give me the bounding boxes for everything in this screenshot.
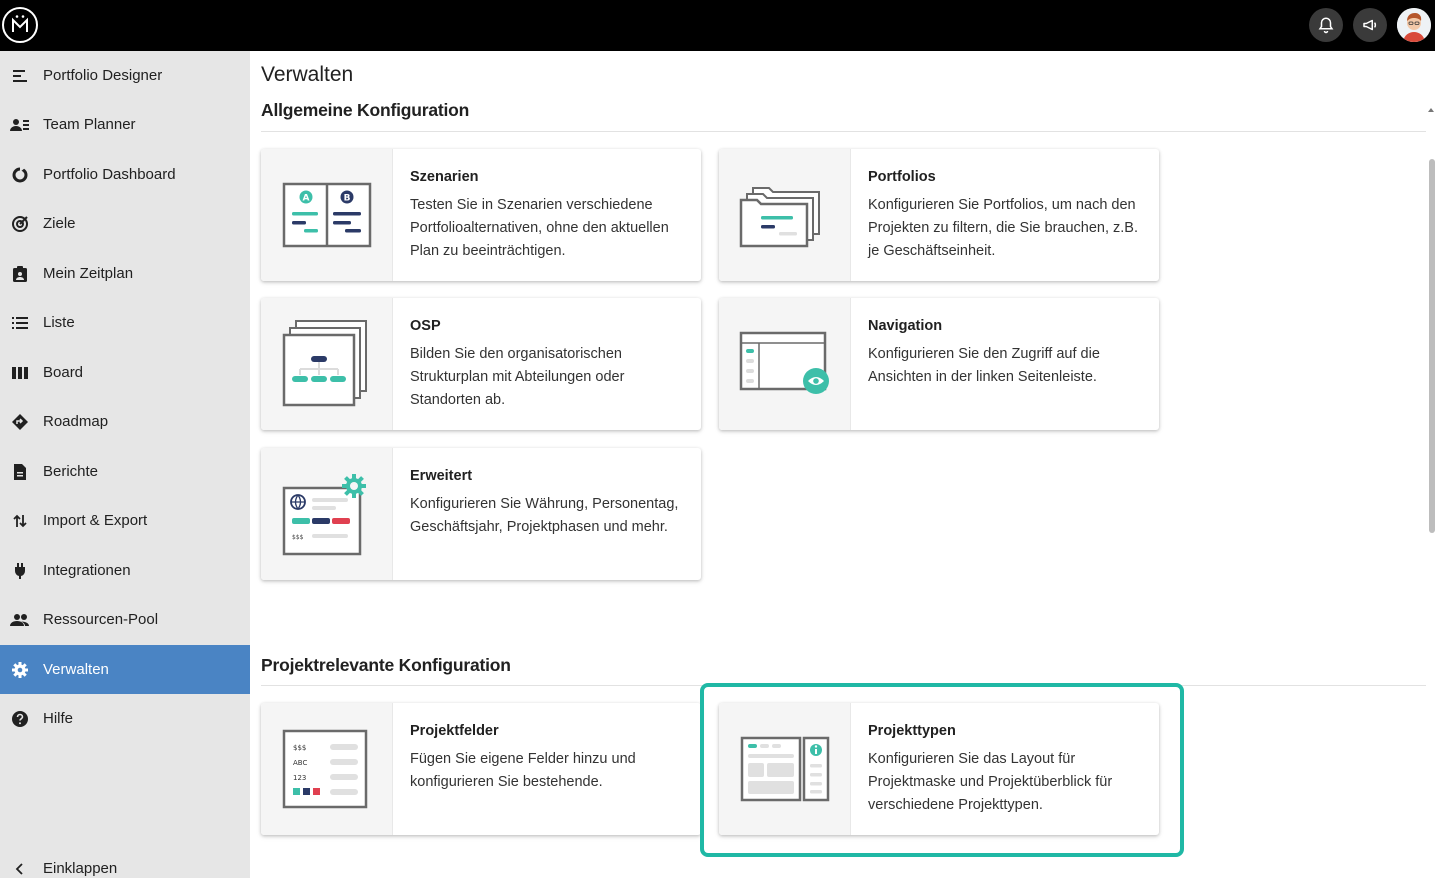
- currency-text: $$$: [292, 534, 304, 541]
- card-osp[interactable]: OSP Bilden Sie den organisatorischen Str…: [261, 298, 701, 430]
- people-icon: [10, 610, 30, 630]
- gear-icon: [10, 660, 30, 680]
- navigation-illustration-icon: [719, 298, 851, 430]
- collapse-sidebar-button[interactable]: Einklappen: [0, 844, 250, 878]
- card-description: Fügen Sie eigene Felder hinzu und konfig…: [410, 751, 636, 790]
- top-bar: [0, 0, 1435, 51]
- sidebar-item-roadmap[interactable]: Roadmap: [0, 397, 250, 446]
- plug-icon: [10, 561, 30, 581]
- help-icon: [10, 709, 30, 729]
- card-portfolios[interactable]: Portfolios Konfigurieren Sie Portfolios,…: [719, 149, 1159, 281]
- sidebar: Portfolio Designer Team Planner Portfoli…: [0, 51, 250, 878]
- sidebar-item-team-planner[interactable]: Team Planner: [0, 100, 250, 149]
- section-title-general: Allgemeine Konfiguration: [261, 100, 470, 120]
- card-description: Testen Sie in Szenarien verschiedene Por…: [410, 197, 669, 259]
- sidebar-item-label: Integrationen: [43, 562, 131, 579]
- sidebar-item-label: Portfolio Designer: [43, 67, 163, 84]
- sidebar-item-label: Ressourcen-Pool: [43, 611, 159, 628]
- scroll-up-icon[interactable]: [1427, 101, 1435, 112]
- user-avatar[interactable]: [1397, 8, 1431, 42]
- field-currency-text: $$$: [293, 744, 306, 752]
- sidebar-item-liste[interactable]: Liste: [0, 298, 250, 347]
- sidebar-item-label: Roadmap: [43, 413, 109, 430]
- card-erweitert[interactable]: $$$ Erweitert Konfigurieren Sie Währung,…: [261, 448, 701, 580]
- sidebar-item-label: Liste: [43, 314, 75, 331]
- card-description: Konfigurieren Sie den Zugriff auf die An…: [868, 346, 1100, 385]
- field-abc-text: ABC: [293, 759, 307, 767]
- sidebar-item-hilfe[interactable]: Hilfe: [0, 694, 250, 743]
- folders-illustration-icon: [719, 149, 851, 281]
- sidebar-item-integrationen[interactable]: Integrationen: [0, 546, 250, 595]
- card-description: Konfigurieren Sie Währung, Personentag, …: [410, 496, 679, 535]
- field-number-text: 123: [293, 774, 306, 782]
- card-description: Konfigurieren Sie das Layout für Projekt…: [868, 751, 1113, 813]
- my-schedule-icon: [10, 264, 30, 284]
- sidebar-item-board[interactable]: Board: [0, 348, 250, 397]
- card-title: Projekttypen: [868, 723, 956, 739]
- sidebar-item-label: Mein Zeitplan: [43, 265, 134, 282]
- sidebar-item-label: Verwalten: [43, 661, 109, 678]
- org-chart-illustration-icon: [261, 298, 393, 430]
- card-szenarien[interactable]: A B Szenarien Testen Sie in Szenarien ve…: [261, 149, 701, 281]
- megaphone-icon[interactable]: [1353, 8, 1387, 42]
- app-logo-icon[interactable]: [2, 7, 38, 43]
- card-title: Erweitert: [410, 468, 473, 484]
- scenarios-illustration-icon: A B: [261, 149, 393, 281]
- sidebar-item-label: Board: [43, 364, 84, 381]
- target-icon: [10, 214, 30, 234]
- section-divider: [261, 131, 1426, 132]
- scenario-a-letter: A: [302, 194, 309, 204]
- bell-icon[interactable]: [1309, 8, 1343, 42]
- board-icon: [10, 363, 30, 383]
- scrollbar-thumb[interactable]: [1429, 159, 1435, 533]
- card-navigation[interactable]: Navigation Konfigurieren Sie den Zugriff…: [719, 298, 1159, 430]
- roadmap-icon: [10, 412, 30, 432]
- card-title: Szenarien: [410, 169, 479, 185]
- portfolio-designer-icon: [10, 66, 30, 86]
- sidebar-item-label: Portfolio Dashboard: [43, 166, 176, 183]
- sidebar-item-mein-zeitplan[interactable]: Mein Zeitplan: [0, 249, 250, 298]
- page-title: Verwalten: [261, 63, 354, 86]
- chevron-left-icon: [10, 859, 30, 878]
- sidebar-item-import-export[interactable]: Import & Export: [0, 496, 250, 545]
- card-description: Konfigurieren Sie Portfolios, um nach de…: [868, 197, 1139, 259]
- sidebar-item-label: Import & Export: [43, 512, 148, 529]
- section-title-project: Projektrelevante Konfiguration: [261, 655, 511, 675]
- sidebar-item-label: Ziele: [43, 215, 76, 232]
- dashboard-icon: [10, 165, 30, 185]
- project-types-illustration-icon: [719, 703, 851, 835]
- sidebar-item-label: Hilfe: [43, 710, 74, 727]
- card-title: Portfolios: [868, 169, 936, 185]
- scenario-b-letter: B: [343, 194, 350, 204]
- sidebar-item-portfolio-dashboard[interactable]: Portfolio Dashboard: [0, 150, 250, 199]
- advanced-settings-illustration-icon: $$$: [261, 448, 393, 580]
- team-planner-icon: [10, 115, 30, 135]
- sidebar-item-ziele[interactable]: Ziele: [0, 199, 250, 248]
- sidebar-item-portfolio-designer[interactable]: Portfolio Designer: [0, 51, 250, 100]
- card-title: OSP: [410, 318, 441, 334]
- card-description: Bilden Sie den organisatorischen Struktu…: [410, 346, 625, 408]
- sidebar-item-label: Team Planner: [43, 116, 136, 133]
- project-fields-illustration-icon: $$$ ABC 123: [261, 703, 393, 835]
- report-icon: [10, 462, 30, 482]
- main-content: Verwalten Allgemeine Konfiguration A B S…: [250, 51, 1435, 878]
- collapse-label: Einklappen: [43, 860, 118, 877]
- sidebar-item-ressourcen-pool[interactable]: Ressourcen-Pool: [0, 595, 250, 644]
- card-title: Navigation: [868, 318, 943, 334]
- card-title: Projektfelder: [410, 723, 499, 739]
- card-projektfelder[interactable]: $$$ ABC 123 Projektfelder Fügen Sie eige…: [261, 703, 701, 835]
- import-export-icon: [10, 511, 30, 531]
- sidebar-item-verwalten[interactable]: Verwalten: [0, 645, 250, 694]
- section-divider: [261, 685, 1426, 686]
- list-icon: [10, 313, 30, 333]
- main-scrollbar[interactable]: [1427, 101, 1435, 878]
- card-projekttypen[interactable]: Projekttypen Konfigurieren Sie das Layou…: [719, 703, 1159, 835]
- sidebar-item-berichte[interactable]: Berichte: [0, 447, 250, 496]
- sidebar-item-label: Berichte: [43, 463, 99, 480]
